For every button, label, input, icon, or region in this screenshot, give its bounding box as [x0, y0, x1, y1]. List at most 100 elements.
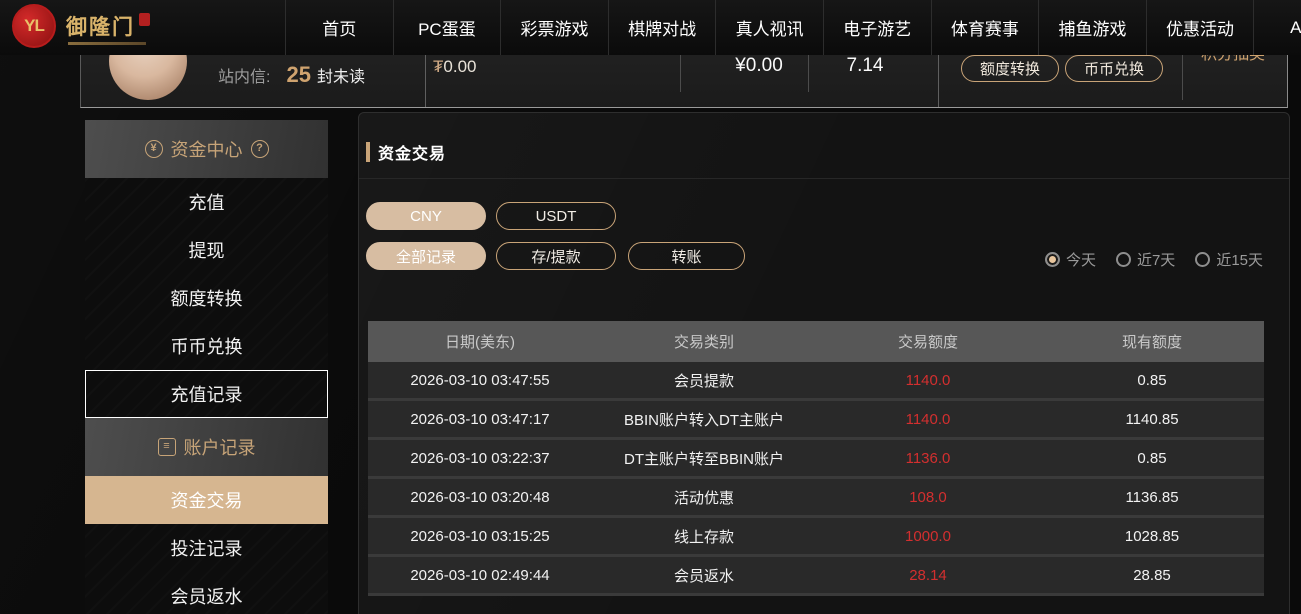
tx-date: 2026-03-10 03:22:37 — [368, 440, 592, 476]
title-accent-bar — [366, 142, 370, 162]
nav-item-promo[interactable]: 优惠活动 — [1146, 0, 1254, 55]
nav-item-app[interactable]: APP — [1253, 0, 1301, 55]
tx-date: 2026-03-10 03:20:48 — [368, 479, 592, 515]
tx-amount: 108.0 — [816, 479, 1040, 515]
column-header-amount: 交易额度 — [816, 321, 1040, 362]
table-header-row: 日期(美东) 交易类别 交易额度 现有额度 — [368, 321, 1264, 362]
divider — [1182, 54, 1183, 100]
nav-item-live[interactable]: 真人视讯 — [715, 0, 823, 55]
sidebar-item-deposit-record[interactable]: 充值记录 — [85, 370, 328, 418]
radio-label: 近15天 — [1216, 249, 1263, 270]
sidebar-section-account: ≡ 账户记录 — [85, 418, 328, 476]
divider — [680, 52, 681, 92]
main-panel: 资金交易 CNY USDT 全部记录 存/提款 转账 今天 近7天 近15天 日… — [358, 112, 1290, 614]
column-header-type: 交易类别 — [592, 321, 816, 362]
nav-item-egames[interactable]: 电子游艺 — [823, 0, 931, 55]
type-tab-all-records[interactable]: 全部记录 — [366, 242, 486, 270]
coin-swap-button[interactable]: 币币兑换 — [1065, 55, 1163, 82]
currency-tab-cny[interactable]: CNY — [366, 202, 486, 230]
divider — [808, 52, 809, 92]
usdt-symbol: ₮ — [433, 57, 443, 76]
sidebar-item-member-rebate[interactable]: 会员返水 — [85, 572, 328, 614]
radio-label: 今天 — [1066, 249, 1096, 270]
ledger-icon: ≡ — [158, 438, 176, 456]
nav-item-sports[interactable]: 体育赛事 — [931, 0, 1039, 55]
nav-item-home[interactable]: 首页 — [285, 0, 393, 55]
tx-type: 会员提款 — [592, 362, 816, 398]
points-value: 7.14 — [817, 55, 913, 77]
sidebar-item-fund-transactions[interactable]: 资金交易 — [85, 476, 328, 524]
sidebar-section-title: 账户记录 — [184, 434, 256, 460]
logo-name: 御隆门 — [66, 11, 135, 41]
nav-item-fishing[interactable]: 捕鱼游戏 — [1038, 0, 1146, 55]
radio-icon — [1195, 252, 1210, 267]
tx-date: 2026-03-10 02:49:44 — [368, 557, 592, 593]
usdt-balance-value: 0.00 — [443, 57, 476, 76]
inbox-status[interactable]: 站内信: 25 封未读 — [218, 62, 365, 88]
tx-amount: 28.14 — [816, 557, 1040, 593]
tx-balance: 1028.85 — [1040, 518, 1264, 554]
tx-balance: 1140.85 — [1040, 401, 1264, 437]
page-root: 站内信: 25 封未读 ₮0.00 ¥0.00 7.14 额度转换 币币兑换 积… — [0, 0, 1301, 614]
tx-amount: 1136.0 — [816, 440, 1040, 476]
top-navbar: YL 御隆门 首页 PC蛋蛋 彩票游戏 棋牌对战 真人视讯 电子游艺 体育赛事 … — [0, 0, 1301, 55]
coin-icon: ¥ — [145, 140, 163, 158]
sidebar-item-coin-swap[interactable]: 币币兑换 — [85, 322, 328, 370]
nav-item-lottery[interactable]: 彩票游戏 — [500, 0, 608, 55]
tx-balance: 0.85 — [1040, 440, 1264, 476]
tx-date: 2026-03-10 03:15:25 — [368, 518, 592, 554]
help-icon[interactable]: ? — [251, 140, 269, 158]
table-row: 2026-03-10 03:47:17 BBIN账户转入DT主账户 1140.0… — [368, 401, 1264, 440]
table-row: 2026-03-10 03:47:55 会员提款 1140.0 0.85 — [368, 362, 1264, 401]
sidebar: ¥ 资金中心 ? 充值 提现 额度转换 币币兑换 充值记录 ≡ 账户记录 资金交… — [85, 120, 328, 614]
site-logo[interactable]: YL 御隆门 — [12, 4, 150, 48]
divider — [359, 178, 1289, 179]
transactions-table: 日期(美东) 交易类别 交易额度 现有额度 2026-03-10 03:47:5… — [368, 321, 1264, 596]
inbox-unread-count: 25 — [286, 62, 310, 88]
tx-type: DT主账户转至BBIN账户 — [592, 440, 816, 476]
table-row: 2026-03-10 03:15:25 线上存款 1000.0 1028.85 — [368, 518, 1264, 557]
sidebar-section-funds: ¥ 资金中心 ? — [85, 120, 328, 178]
nav-item-chess[interactable]: 棋牌对战 — [608, 0, 716, 55]
inbox-label: 站内信: — [218, 63, 270, 87]
tx-type: 会员返水 — [592, 557, 816, 593]
sidebar-item-deposit[interactable]: 充值 — [85, 178, 328, 226]
radio-checked-icon — [1045, 252, 1060, 267]
table-row: 2026-03-10 03:22:37 DT主账户转至BBIN账户 1136.0… — [368, 440, 1264, 479]
nav-item-pcdandan[interactable]: PC蛋蛋 — [393, 0, 501, 55]
inbox-unread-suffix: 封未读 — [317, 63, 365, 87]
date-filter-today[interactable]: 今天 — [1045, 249, 1096, 270]
usdt-balance: ₮0.00 — [433, 57, 476, 77]
tx-date: 2026-03-10 03:47:55 — [368, 362, 592, 398]
tx-amount: 1140.0 — [816, 401, 1040, 437]
tx-type: BBIN账户转入DT主账户 — [592, 401, 816, 437]
radio-icon — [1116, 252, 1131, 267]
logo-emblem-icon: YL — [12, 4, 56, 48]
sidebar-item-bet-records[interactable]: 投注记录 — [85, 524, 328, 572]
tx-balance: 0.85 — [1040, 362, 1264, 398]
type-tab-deposit-withdraw[interactable]: 存/提款 — [496, 242, 616, 270]
page-title: 资金交易 — [378, 140, 446, 164]
sidebar-item-quota-transfer[interactable]: 额度转换 — [85, 274, 328, 322]
nav-menu: 首页 PC蛋蛋 彩票游戏 棋牌对战 真人视讯 电子游艺 体育赛事 捕鱼游戏 优惠… — [285, 0, 1301, 55]
tx-balance: 28.85 — [1040, 557, 1264, 593]
cny-balance: ¥0.00 — [711, 55, 807, 77]
radio-label: 近7天 — [1137, 249, 1175, 270]
table-row: 2026-03-10 02:49:44 会员返水 28.14 28.85 — [368, 557, 1264, 596]
tx-balance: 1136.85 — [1040, 479, 1264, 515]
currency-tab-usdt[interactable]: USDT — [496, 202, 616, 230]
date-filter-7days[interactable]: 近7天 — [1116, 249, 1175, 270]
tx-date: 2026-03-10 03:47:17 — [368, 401, 592, 437]
tx-amount: 1140.0 — [816, 362, 1040, 398]
tx-type: 线上存款 — [592, 518, 816, 554]
sidebar-item-withdraw[interactable]: 提现 — [85, 226, 328, 274]
logo-seal-icon — [139, 13, 150, 26]
quota-transfer-button[interactable]: 额度转换 — [961, 55, 1059, 82]
type-tab-transfer[interactable]: 转账 — [628, 242, 745, 270]
date-filter-group: 今天 近7天 近15天 — [1045, 249, 1263, 270]
date-filter-15days[interactable]: 近15天 — [1195, 249, 1263, 270]
tx-amount: 1000.0 — [816, 518, 1040, 554]
tx-type: 活动优惠 — [592, 479, 816, 515]
column-header-balance: 现有额度 — [1040, 321, 1264, 362]
logo-subtitle — [68, 42, 146, 45]
